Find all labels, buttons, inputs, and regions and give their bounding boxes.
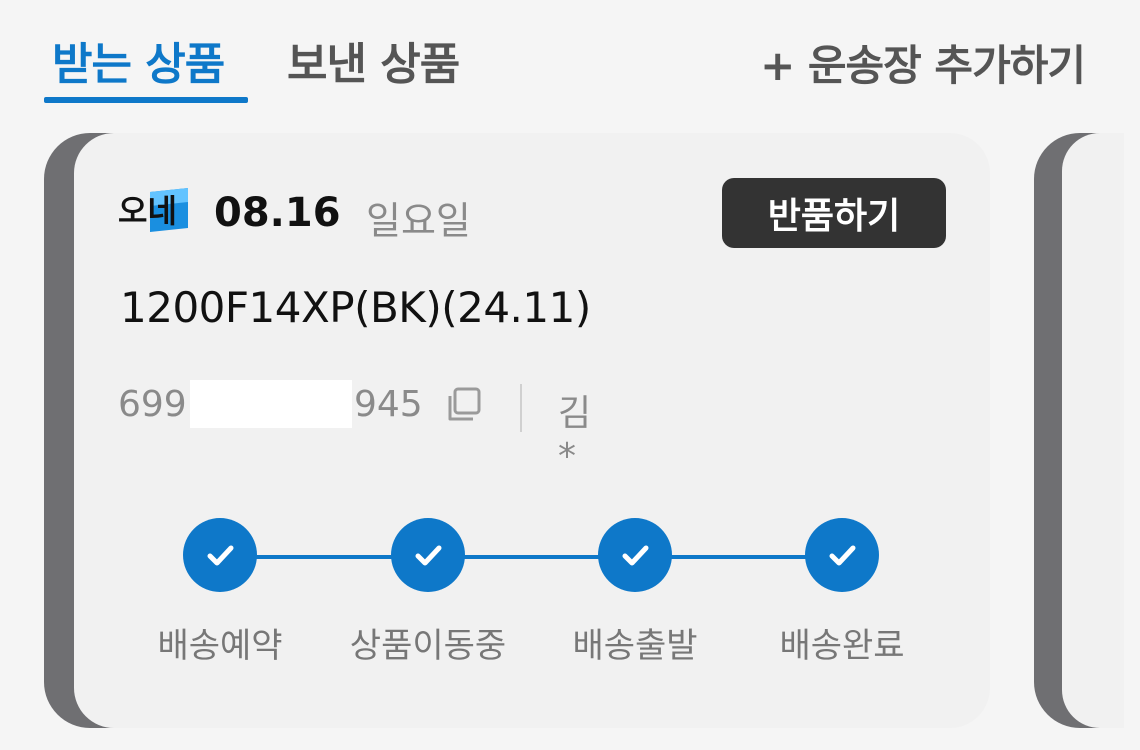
step-delivered: 배송완료 xyxy=(732,518,952,667)
carrier-logo-text: 오네 xyxy=(118,192,177,230)
tracking-number-prefix: 699 xyxy=(118,384,187,425)
check-icon xyxy=(415,545,442,566)
recipient-name: 김* xyxy=(558,393,592,477)
step-out-for-delivery: 배송출발 xyxy=(525,518,745,667)
step-done-badge xyxy=(183,518,257,592)
check-icon xyxy=(622,545,649,566)
next-shipment-card-peek[interactable] xyxy=(1034,133,1124,728)
check-icon xyxy=(207,545,234,566)
step-done-badge xyxy=(598,518,672,592)
tracking-number-suffix: 945 xyxy=(354,384,423,425)
carrier-logo: 오네 xyxy=(118,188,188,232)
step-label: 배송예약 xyxy=(157,626,283,666)
step-label: 배송완료 xyxy=(779,626,905,666)
copy-icon[interactable] xyxy=(444,386,482,424)
check-icon xyxy=(829,545,856,566)
step-label: 상품이동중 xyxy=(349,626,507,666)
tab-bar: 받는 상품 보낸 상품 + 운송장 추가하기 xyxy=(0,0,1140,110)
add-waybill-button[interactable]: + 운송장 추가하기 xyxy=(760,32,1086,93)
tracking-number-redaction xyxy=(190,380,352,428)
return-button[interactable]: 반품하기 xyxy=(722,178,946,248)
active-tab-indicator xyxy=(44,97,248,103)
step-in-transit: 상품이동중 xyxy=(318,518,538,667)
step-label: 배송출발 xyxy=(572,626,698,666)
next-shipment-card-body xyxy=(1062,133,1124,728)
divider xyxy=(520,384,522,432)
step-done-badge xyxy=(805,518,879,592)
step-reserved: 배송예약 xyxy=(110,518,330,667)
product-name: 1200F14XP(BK)(24.11) xyxy=(120,283,591,332)
shipment-weekday: 일요일 xyxy=(366,199,471,243)
tab-sent[interactable]: 보낸 상품 xyxy=(287,28,460,92)
tab-received[interactable]: 받는 상품 xyxy=(52,28,225,92)
step-done-badge xyxy=(391,518,465,592)
shipment-date: 08.16 xyxy=(214,190,341,236)
